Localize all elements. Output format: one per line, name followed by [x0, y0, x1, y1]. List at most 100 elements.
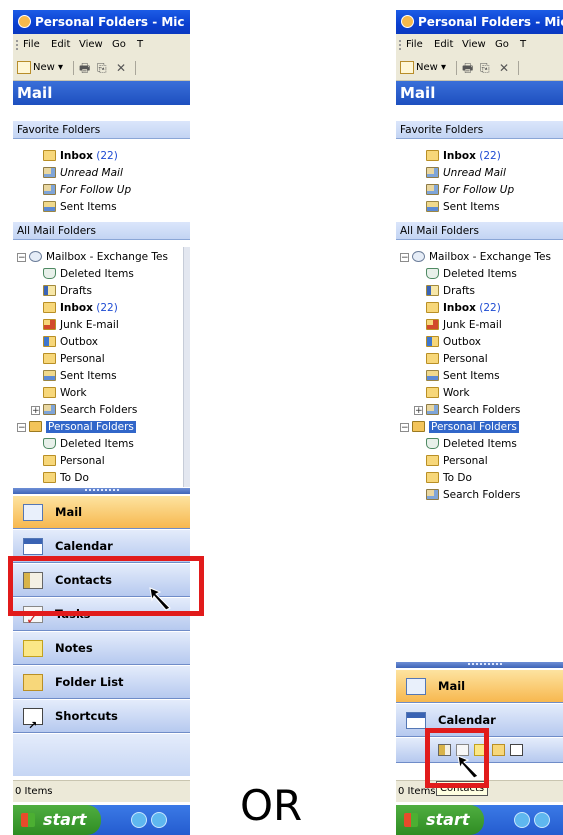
move-to-folder-icon[interactable]: ⎘ [97, 60, 107, 76]
collapse-icon[interactable]: − [17, 423, 26, 433]
start-button[interactable]: start [396, 805, 484, 835]
nav-notes-button[interactable]: Notes [13, 632, 190, 665]
nav-mail-button[interactable]: Mail [396, 670, 563, 703]
move-to-folder-icon[interactable]: ⎘ [480, 60, 490, 76]
taskbar: start [396, 805, 563, 835]
tree-inbox[interactable]: Inbox (22) [43, 300, 118, 316]
tree-mailbox[interactable]: Mailbox - Exchange Tes [29, 249, 168, 265]
favorite-unread-mail[interactable]: Unread Mail [43, 165, 123, 181]
tree-sent-items[interactable]: Sent Items [43, 368, 117, 384]
tree-inbox[interactable]: Inbox (22) [426, 300, 501, 316]
mailbox-icon [29, 251, 42, 262]
tree-work[interactable]: Work [43, 385, 87, 401]
tree-pf-todo[interactable]: To Do [426, 470, 472, 486]
favorite-for-follow-up[interactable]: For Follow Up [426, 182, 514, 198]
outlook-window-right: Personal Folders - Mic File Edit View Go… [396, 10, 563, 835]
collapse-icon[interactable]: − [400, 423, 409, 433]
menu-go[interactable]: Go [495, 34, 509, 56]
standard-toolbar: New ▾ 🖶 ⎘ ✕ [13, 56, 190, 81]
favorite-sent-items[interactable]: Sent Items [43, 199, 117, 215]
favorite-unread-mail[interactable]: Unread Mail [426, 165, 506, 181]
tree-drafts[interactable]: Drafts [426, 283, 475, 299]
shortcut-icon[interactable] [510, 744, 523, 756]
favorite-inbox[interactable]: Inbox (22) [43, 148, 118, 164]
internet-explorer-icon[interactable] [514, 812, 530, 828]
tree-pf-deleted-items[interactable]: Deleted Items [426, 436, 517, 452]
nav-shortcuts-button[interactable]: ↗ Shortcuts [13, 700, 190, 733]
expand-icon[interactable]: + [31, 406, 40, 416]
menu-edit[interactable]: Edit [434, 34, 453, 56]
folder-label: Personal Folders [429, 421, 519, 433]
tree-pf-personal[interactable]: Personal [426, 453, 488, 469]
tree-search-folders[interactable]: Search Folders [426, 402, 520, 418]
folder-tree-scrollbar[interactable] [183, 247, 190, 487]
print-icon[interactable]: 🖶 [79, 60, 90, 76]
toolbar-grip-icon[interactable] [16, 40, 20, 50]
tree-pf-search-folders[interactable]: Search Folders [426, 487, 520, 503]
menu-file[interactable]: File [406, 34, 423, 56]
tree-pf-personal[interactable]: Personal [43, 453, 105, 469]
menu-edit[interactable]: Edit [51, 34, 70, 56]
title-bar[interactable]: Personal Folders - Mic [396, 10, 563, 34]
quick-launch-icon[interactable] [534, 812, 550, 828]
menu-tools[interactable]: T [520, 34, 526, 56]
all-mail-folders-header[interactable]: All Mail Folders [13, 222, 190, 240]
nav-folder-list-button[interactable]: Folder List [13, 666, 190, 699]
folder-label: Search Folders [60, 404, 138, 416]
new-button[interactable]: New ▾ [400, 60, 446, 76]
pane-splitter[interactable] [396, 662, 563, 668]
tree-pf-todo[interactable]: To Do [43, 470, 89, 486]
menu-file[interactable]: File [23, 34, 40, 56]
all-mail-folders-header[interactable]: All Mail Folders [396, 222, 563, 240]
quick-launch-icon[interactable] [151, 812, 167, 828]
tree-junk-email[interactable]: Junk E-mail [43, 317, 119, 333]
pane-splitter[interactable] [13, 488, 190, 494]
sent-items-icon [426, 370, 439, 381]
tree-work[interactable]: Work [426, 385, 470, 401]
print-icon[interactable]: 🖶 [462, 60, 473, 76]
tree-outbox[interactable]: Outbox [426, 334, 481, 350]
start-button[interactable]: start [13, 805, 101, 835]
tree-personal-folders[interactable]: Personal Folders [29, 419, 136, 435]
collapse-icon[interactable]: − [17, 253, 26, 263]
tree-drafts[interactable]: Drafts [43, 283, 92, 299]
menu-bar: File Edit View Go T [396, 34, 563, 56]
tree-personal[interactable]: Personal [426, 351, 488, 367]
menu-go[interactable]: Go [112, 34, 126, 56]
favorite-for-follow-up[interactable]: For Follow Up [43, 182, 131, 198]
mouse-pointer-icon [457, 755, 479, 779]
favorite-folders-header[interactable]: Favorite Folders [13, 121, 190, 139]
tree-outbox[interactable]: Outbox [43, 334, 98, 350]
folder-label: Deleted Items [60, 268, 134, 280]
tree-junk-email[interactable]: Junk E-mail [426, 317, 502, 333]
new-item-icon [17, 60, 31, 74]
menu-view[interactable]: View [79, 34, 103, 56]
tree-sent-items[interactable]: Sent Items [426, 368, 500, 384]
toolbar-grip-icon[interactable] [399, 40, 403, 50]
tree-deleted-items[interactable]: Deleted Items [43, 266, 134, 282]
tree-pf-deleted-items[interactable]: Deleted Items [43, 436, 134, 452]
inbox-icon [43, 150, 56, 161]
collapse-icon[interactable]: − [400, 253, 409, 263]
nav-mail-button[interactable]: Mail [13, 496, 190, 529]
tree-search-folders[interactable]: Search Folders [43, 402, 137, 418]
menu-tools[interactable]: T [137, 34, 143, 56]
new-button[interactable]: New ▾ [17, 60, 63, 76]
tree-personal-folders[interactable]: Personal Folders [412, 419, 519, 435]
favorite-sent-items[interactable]: Sent Items [426, 199, 500, 215]
menu-view[interactable]: View [462, 34, 486, 56]
internet-explorer-icon[interactable] [131, 812, 147, 828]
delete-icon[interactable]: ✕ [499, 60, 509, 76]
favorite-folders-header[interactable]: Favorite Folders [396, 121, 563, 139]
folder-list-icon[interactable] [492, 744, 505, 756]
favorite-inbox[interactable]: Inbox (22) [426, 148, 501, 164]
title-bar[interactable]: Personal Folders - Mic [13, 10, 190, 34]
folder-label: Drafts [60, 285, 92, 297]
tree-deleted-items[interactable]: Deleted Items [426, 266, 517, 282]
expand-icon[interactable]: + [414, 406, 423, 416]
delete-icon[interactable]: ✕ [116, 60, 126, 76]
calendar-icon [23, 538, 43, 555]
search-folder-icon [43, 404, 56, 415]
tree-personal[interactable]: Personal [43, 351, 105, 367]
tree-mailbox[interactable]: Mailbox - Exchange Tes [412, 249, 551, 265]
